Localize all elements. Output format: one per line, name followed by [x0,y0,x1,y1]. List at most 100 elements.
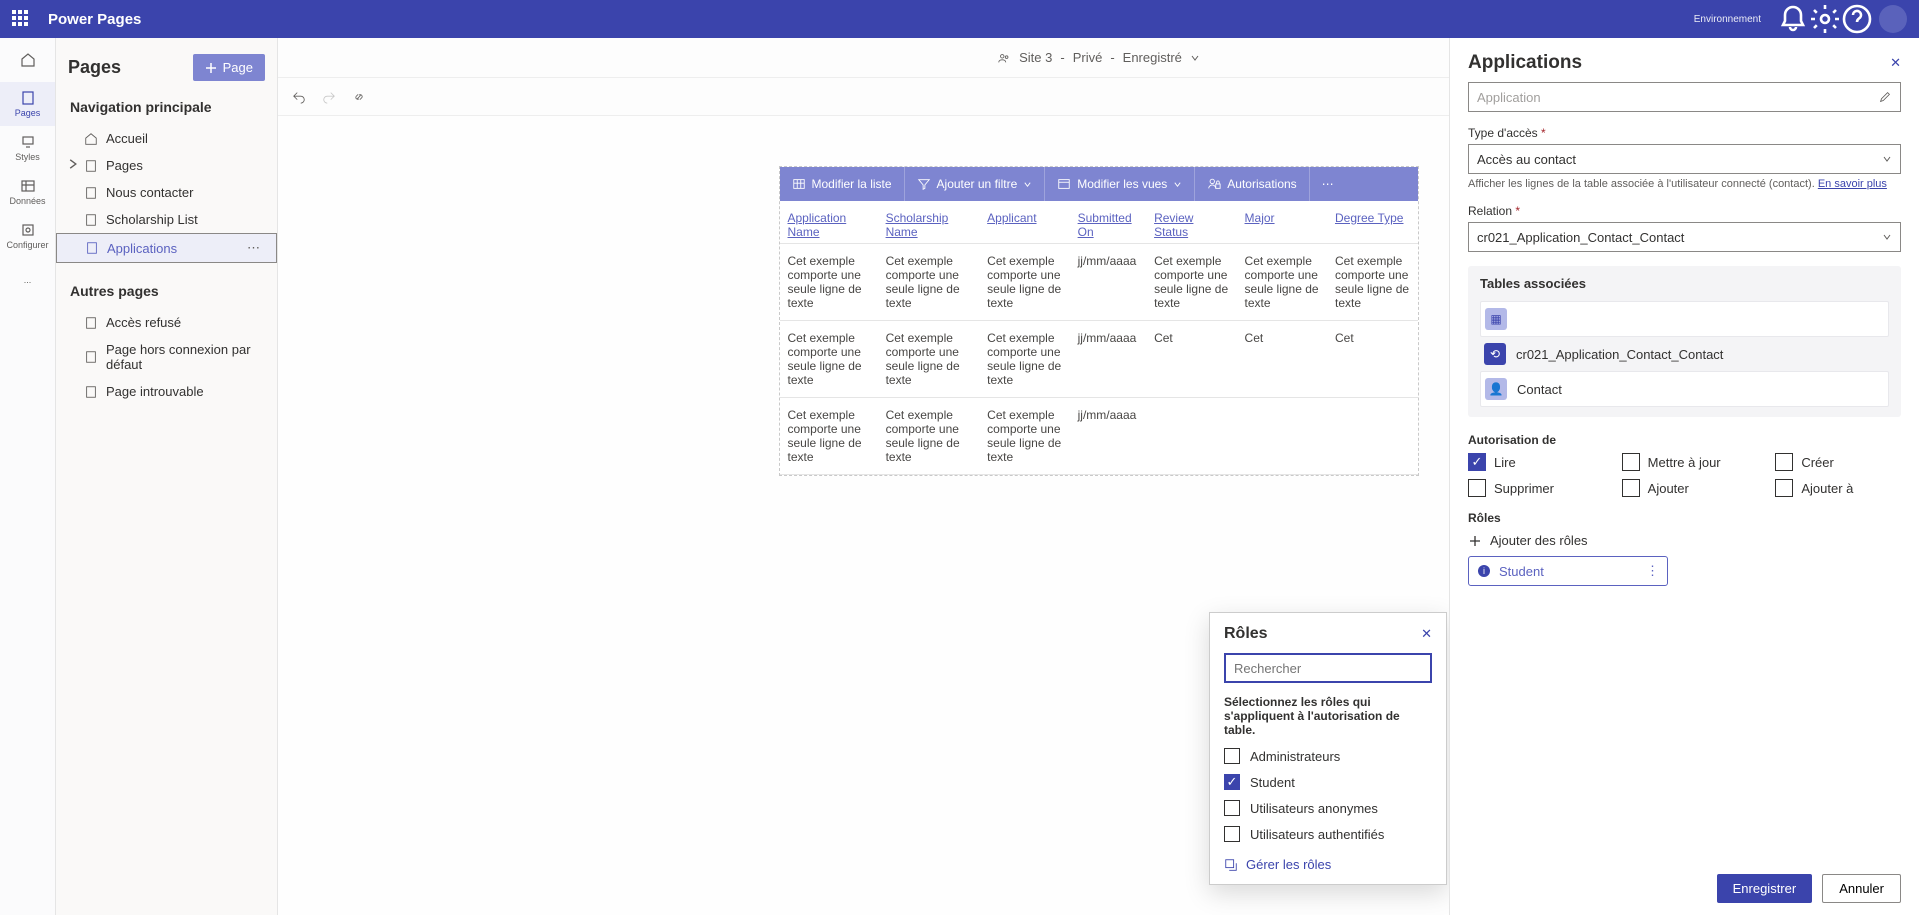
roles-search-input[interactable] [1224,653,1432,683]
list-more-button[interactable]: ⋯ [1310,167,1346,201]
left-rail: Pages Styles Données Configurer ... [0,38,56,915]
rail-more[interactable]: ... [0,258,55,302]
table-cell: Cet exemple comporte une seule ligne de … [979,321,1069,398]
manage-roles-link[interactable]: Gérer les rôles [1224,857,1432,872]
redo-button[interactable] [322,90,336,104]
role-option-anon[interactable]: Utilisateurs anonymes [1224,795,1432,821]
list-permissions-button[interactable]: Autorisations [1195,167,1309,201]
rail-pages[interactable]: Pages [0,82,55,126]
relation-label: Relation * [1468,204,1901,218]
role-chip-more-icon[interactable]: ⋮ [1646,563,1659,579]
roles-popup-desc: Sélectionnez les rôles qui s'appliquent … [1224,695,1432,737]
table-row[interactable]: Cet exemple comporte une seule ligne de … [780,244,1418,321]
col-app-name[interactable]: Application Name [780,201,878,244]
assoc-row-contact: 👤Contact [1480,371,1889,407]
save-button[interactable]: Enregistrer [1717,874,1813,903]
col-scholarship[interactable]: Scholarship Name [878,201,980,244]
list-edit-button[interactable]: Modifier la liste [780,167,905,201]
col-submitted[interactable]: Submitted On [1070,201,1146,244]
nav-section-main: Navigation principale [56,95,277,125]
nav-item-offline[interactable]: Page hors connexion par défaut [56,336,277,378]
nav-item-scholarship[interactable]: Scholarship List [56,206,277,233]
table-cell: Cet exemple comporte une seule ligne de … [780,321,878,398]
table-cell: Cet [1146,321,1236,398]
access-type-label: Type d'accès * [1468,126,1901,140]
assoc-row-table: ▦ [1480,301,1889,337]
table-cell: Cet exemple comporte une seule ligne de … [979,244,1069,321]
perm-add[interactable]: Ajouter [1622,479,1748,497]
settings-icon[interactable] [1809,3,1841,35]
access-type-select[interactable]: Accès au contact [1468,144,1901,174]
list-toolbar: Modifier la liste Ajouter un filtre Modi… [780,167,1418,201]
notifications-icon[interactable] [1777,3,1809,35]
perm-addto[interactable]: Ajouter à [1775,479,1901,497]
roles-popup: Rôles ✕ Sélectionnez les rôles qui s'app… [1209,612,1447,885]
nav-section-other: Autres pages [56,279,277,309]
table-cell: Cet exemple comporte une seule ligne de … [780,398,878,475]
undo-button[interactable] [292,90,306,104]
col-degree[interactable]: Degree Type [1327,201,1418,244]
environment-indicator[interactable]: Environnement [1694,14,1761,25]
nav-item-applications[interactable]: Applications⋯ [56,233,277,263]
link-button[interactable] [352,90,366,104]
table-select[interactable]: Application [1468,82,1901,112]
nav-item-contact[interactable]: Nous contacter [56,179,277,206]
role-option-auth[interactable]: Utilisateurs authentifiés [1224,821,1432,847]
table-cell: jj/mm/aaaa [1070,244,1146,321]
top-bar: Power Pages Environnement [0,0,1919,38]
nav-item-home[interactable]: Accueil [56,125,277,152]
panel-title: Applications [1468,52,1582,74]
perm-update[interactable]: Mettre à jour [1622,453,1748,471]
add-page-button[interactable]: Page [193,54,265,81]
role-option-student[interactable]: ✓Student [1224,769,1432,795]
table-cell [1146,398,1236,475]
roles-popup-title: Rôles [1224,625,1268,643]
list-widget[interactable]: Modifier la liste Ajouter un filtre Modi… [779,166,1419,476]
chevron-down-icon[interactable] [1190,53,1200,63]
nav-title: Pages [68,57,121,78]
learn-more-link[interactable]: En savoir plus [1818,178,1887,190]
list-views-button[interactable]: Modifier les vues [1045,167,1195,201]
data-table: Application Name Scholarship Name Applic… [780,201,1418,475]
rail-home[interactable] [0,38,55,82]
panel-close-icon[interactable]: ✕ [1890,55,1901,71]
help-icon[interactable] [1841,3,1873,35]
app-launcher-icon[interactable] [12,10,30,28]
perm-create[interactable]: Créer [1775,453,1901,471]
nav-item-pages[interactable]: Pages [56,152,277,179]
add-roles-button[interactable]: Ajouter des rôles [1468,533,1901,548]
table-row[interactable]: Cet exemple comporte une seule ligne de … [780,398,1418,475]
col-major[interactable]: Major [1237,201,1327,244]
table-cell: Cet exemple comporte une seule ligne de … [1146,244,1236,321]
cancel-button[interactable]: Annuler [1822,874,1901,903]
table-cell [1237,398,1327,475]
roles-popup-close-icon[interactable]: ✕ [1421,626,1432,642]
table-cell: Cet exemple comporte une seule ligne de … [1237,244,1327,321]
table-cell: Cet [1327,321,1418,398]
access-type-hint: Afficher les lignes de la table associée… [1468,178,1901,190]
nav-item-notfound[interactable]: Page introuvable [56,378,277,405]
permissions-panel: Applications ✕ Application Type d'accès … [1449,38,1919,915]
svg-text:i: i [1483,566,1485,576]
roles-title: Rôles [1468,511,1901,525]
associated-tables: Tables associées ▦ ⟲cr021_Application_Co… [1468,266,1901,417]
table-cell: Cet exemple comporte une seule ligne de … [780,244,878,321]
user-avatar[interactable] [1879,5,1907,33]
role-chip-student[interactable]: iStudent ⋮ [1468,556,1668,586]
rail-data[interactable]: Données [0,170,55,214]
relation-select[interactable]: cr021_Application_Contact_Contact [1468,222,1901,252]
rail-setup[interactable]: Configurer [0,214,55,258]
product-title: Power Pages [48,11,141,28]
table-cell: jj/mm/aaaa [1070,321,1146,398]
col-review[interactable]: Review Status [1146,201,1236,244]
list-filter-button[interactable]: Ajouter un filtre [905,167,1046,201]
perm-delete[interactable]: Supprimer [1468,479,1594,497]
table-cell: Cet exemple comporte une seule ligne de … [878,244,980,321]
perm-read[interactable]: ✓Lire [1468,453,1594,471]
col-applicant[interactable]: Applicant [979,201,1069,244]
rail-styles[interactable]: Styles [0,126,55,170]
table-row[interactable]: Cet exemple comporte une seule ligne de … [780,321,1418,398]
nav-item-more-icon[interactable]: ⋯ [247,240,260,256]
nav-item-access-denied[interactable]: Accès refusé [56,309,277,336]
role-option-admins[interactable]: Administrateurs [1224,743,1432,769]
